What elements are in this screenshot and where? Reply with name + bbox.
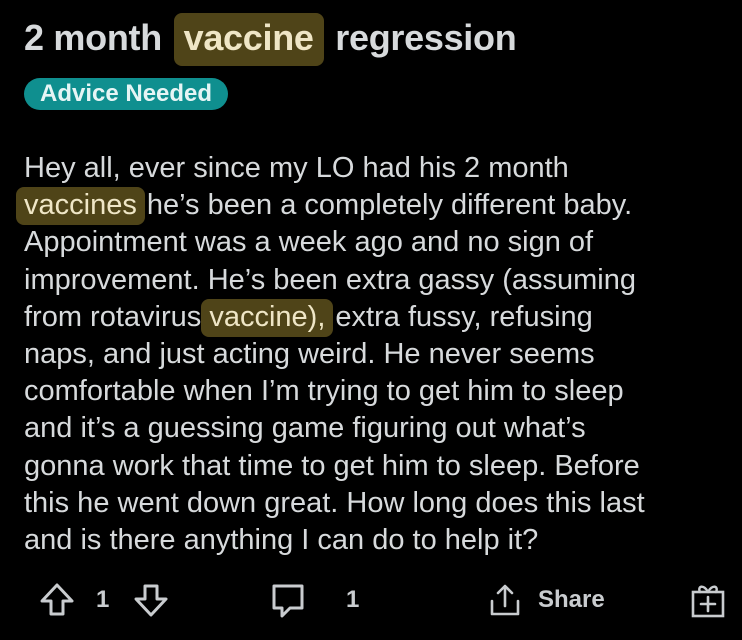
body-line: Appointment was a week ago and no sign o…: [24, 224, 724, 261]
body-text-segment: and is there anything I can do to help i…: [24, 524, 539, 557]
vote-count: 1: [96, 578, 109, 622]
search-highlight: vaccine: [173, 13, 324, 66]
body-text-segment: Appointment was a week ago and no sign o…: [24, 226, 594, 259]
upvote-button[interactable]: [38, 578, 76, 622]
downvote-button[interactable]: [132, 578, 170, 622]
body-line: naps, and just acting weird. He never se…: [24, 336, 724, 373]
body-text-segment: this he went down great. How long does t…: [24, 486, 645, 519]
comment-count: 1: [346, 578, 359, 622]
comment-count-label: 1: [346, 586, 360, 613]
body-line: this he went down great. How long does t…: [24, 485, 724, 522]
body-line: and it’s a guessing game figuring out wh…: [24, 410, 724, 447]
body-text-segment: extra fussy, refusing: [327, 300, 593, 333]
body-line: and is there anything I can do to help i…: [24, 522, 724, 559]
downvote-arrow-icon: [132, 581, 170, 619]
comment-button[interactable]: [268, 578, 308, 622]
body-line: Hey all, ever since my LO had his 2 mont…: [24, 150, 724, 187]
post-title: 2 month vaccine regression: [24, 13, 517, 66]
body-line: from rotavirus vaccine), extra fussy, re…: [24, 298, 724, 337]
title-text-after: regression: [325, 17, 517, 58]
body-text-segment: comfortable when I’m trying to get him t…: [24, 375, 624, 408]
body-text-segment: and it’s a guessing game figuring out wh…: [24, 412, 586, 445]
vote-count-label: 1: [96, 586, 110, 613]
post-action-bar: 1 1 Share: [24, 578, 734, 622]
share-label: Share: [538, 586, 605, 613]
body-text-segment: Hey all, ever since my LO had his 2 mont…: [24, 152, 569, 184]
share-button[interactable]: Share: [486, 578, 605, 622]
body-text-segment: improvement. He’s been extra gassy (assu…: [24, 263, 636, 296]
body-text-segment: gonna work that time to get him to sleep…: [24, 449, 640, 482]
award-button[interactable]: [688, 578, 728, 622]
body-text-segment: from rotavirus: [24, 300, 210, 333]
post-flair[interactable]: Advice Needed: [24, 78, 229, 110]
body-line: gonna work that time to get him to sleep…: [24, 448, 724, 485]
body-line: vaccines he’s been a completely differen…: [16, 187, 724, 226]
post-body: Hey all, ever since my LO had his 2 mont…: [16, 150, 724, 559]
body-text-segment: he’s been a completely different baby.: [138, 189, 633, 222]
share-upload-icon: [486, 581, 524, 619]
body-text-segment: naps, and just acting weird. He never se…: [24, 338, 595, 371]
search-highlight: vaccines: [16, 187, 145, 226]
title-text-before: 2 month: [24, 17, 172, 58]
comment-bubble-icon: [268, 580, 308, 620]
gift-award-icon: [688, 580, 728, 620]
body-line: comfortable when I’m trying to get him t…: [24, 373, 724, 410]
search-highlight: vaccine),: [201, 298, 334, 337]
body-line: improvement. He’s been extra gassy (assu…: [24, 262, 724, 299]
upvote-arrow-icon: [38, 581, 76, 619]
